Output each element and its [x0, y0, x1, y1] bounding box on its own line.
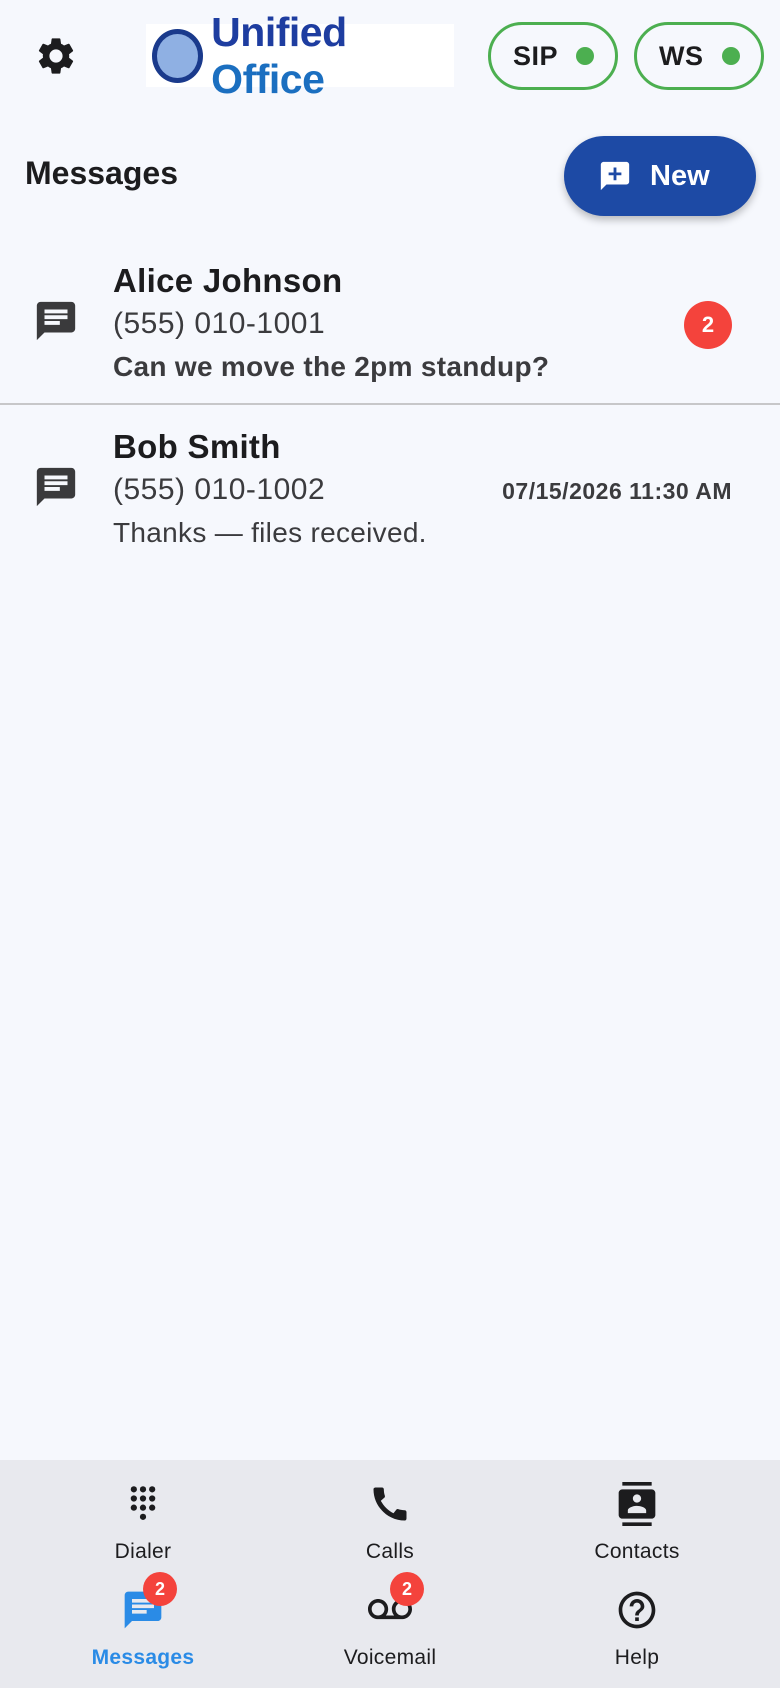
message-preview: Can we move the 2pm standup? — [113, 351, 550, 382]
logo-text: Unified Office — [211, 9, 454, 103]
bottom-nav: Dialer Calls Contacts 2 Messages 2 Voice… — [0, 1460, 780, 1688]
nav-item-contacts[interactable]: Contacts — [537, 1482, 737, 1582]
nav-item-calls[interactable]: Calls — [290, 1482, 490, 1582]
nav-item-voicemail[interactable]: 2 Voicemail — [290, 1572, 490, 1688]
add-message-icon — [600, 161, 630, 191]
nav-label-voicemail: Voicemail — [343, 1646, 437, 1669]
nav-icon-calls — [368, 1482, 412, 1526]
contacts-icon — [618, 1482, 656, 1526]
unified-office-logo: Unified Office — [146, 9, 454, 102]
logo-mark — [152, 28, 204, 83]
phone-icon — [373, 1487, 407, 1521]
sip-status-dot — [576, 47, 595, 65]
page-title: Messages — [25, 155, 178, 191]
message-icon — [36, 301, 76, 341]
nav-label-help: Help — [614, 1646, 660, 1669]
gear-icon — [38, 38, 74, 74]
nav-label-messages: Messages — [91, 1646, 195, 1669]
sip-status-label: SIP — [513, 40, 559, 71]
messages-badge: 2 — [143, 1572, 177, 1606]
ws-status-dot — [721, 47, 740, 65]
nav-icon-help — [615, 1588, 659, 1632]
conversation-row[interactable]: Bob Smith (555) 010-1002 Thanks — files … — [0, 406, 780, 571]
voicemail-badge: 2 — [390, 1572, 424, 1606]
contact-number: (555) 010-1002 — [113, 473, 326, 506]
conversation-row[interactable]: Alice Johnson (555) 010-1001 Can we move… — [0, 240, 780, 405]
nav-item-dialer[interactable]: Dialer — [43, 1482, 243, 1582]
help-icon — [618, 1591, 656, 1629]
sip-status-pill[interactable]: SIP — [488, 22, 618, 90]
message-timestamp: 07/15/2026 11:30 AM — [502, 478, 732, 504]
nav-label-calls: Calls — [365, 1540, 415, 1563]
nav-item-help[interactable]: Help — [537, 1588, 737, 1688]
contact-number: (555) 010-1001 — [113, 307, 326, 340]
nav-label-contacts: Contacts — [594, 1540, 680, 1563]
nav-item-messages[interactable]: 2 Messages — [43, 1572, 243, 1688]
dialpad-icon — [130, 1486, 156, 1520]
unread-badge: 2 — [684, 301, 732, 349]
messages-screen: Unified Office SIP WS Messages New Alice… — [0, 0, 780, 1688]
logo-word-office: Office — [211, 55, 325, 102]
new-message-label: New — [650, 159, 710, 192]
settings-button[interactable] — [28, 28, 84, 84]
message-preview: Thanks — files received. — [113, 517, 427, 548]
message-icon — [36, 467, 76, 507]
nav-icon-dialer — [121, 1482, 165, 1526]
contact-name: Alice Johnson — [113, 262, 343, 299]
new-message-button[interactable]: New — [564, 136, 756, 216]
nav-icon-voicemail: 2 — [368, 1572, 424, 1632]
ws-status-pill[interactable]: WS — [634, 22, 764, 90]
ws-status-label: WS — [659, 40, 704, 71]
contact-name: Bob Smith — [113, 428, 281, 465]
nav-icon-messages: 2 — [121, 1572, 177, 1632]
logo-word-unified: Unified — [211, 8, 347, 55]
nav-label-dialer: Dialer — [114, 1540, 172, 1563]
nav-icon-contacts — [615, 1482, 659, 1526]
top-bar: Unified Office SIP WS — [0, 0, 780, 112]
